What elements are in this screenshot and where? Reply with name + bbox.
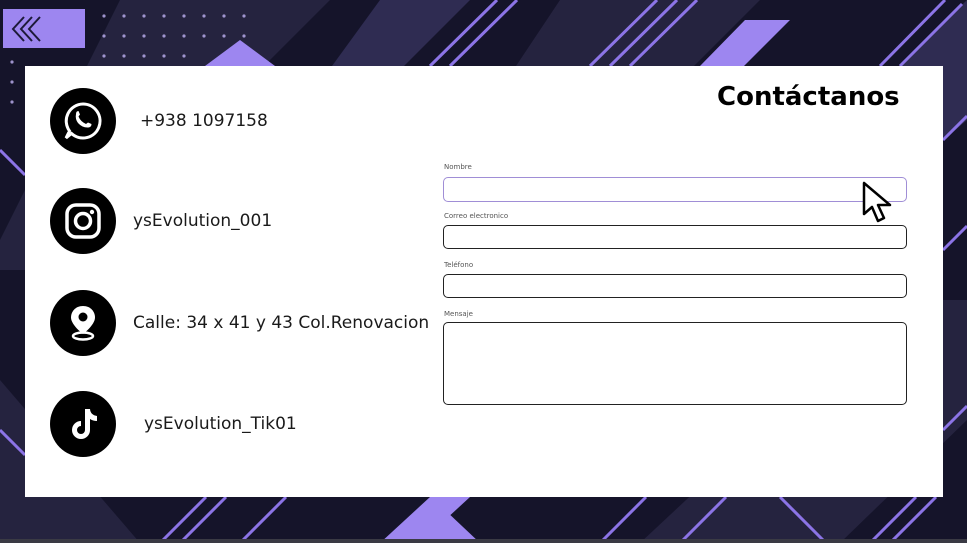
contact-card: +938 1097158 ysEvolution_001 Calle: 34 x… <box>25 66 943 497</box>
back-button[interactable] <box>3 9 85 48</box>
instagram-icon <box>50 188 116 254</box>
message-label: Mensaje <box>444 310 473 318</box>
contact-instagram[interactable]: ysEvolution_001 <box>50 188 272 254</box>
page-title: Contáctanos <box>717 82 900 112</box>
address-text: Calle: 34 x 41 y 43 Col.Renovacion <box>133 313 430 333</box>
email-label: Correo electronico <box>444 212 509 220</box>
phone-label: Teléfono <box>444 261 474 269</box>
name-field[interactable] <box>443 177 907 202</box>
bottom-edge <box>0 539 967 543</box>
contact-phone[interactable]: +938 1097158 <box>50 88 268 154</box>
message-field[interactable] <box>443 322 907 405</box>
phone-number: +938 1097158 <box>140 111 268 131</box>
contact-tiktok[interactable]: ysEvolution_Tik01 <box>50 391 297 457</box>
contact-address[interactable]: Calle: 34 x 41 y 43 Col.Renovacion <box>50 290 429 356</box>
double-chevron-left-icon <box>11 16 41 42</box>
email-field[interactable] <box>443 225 907 249</box>
name-label: Nombre <box>444 163 472 171</box>
instagram-handle: ysEvolution_001 <box>133 211 273 231</box>
tiktok-handle: ysEvolution_Tik01 <box>144 414 297 434</box>
location-pin-icon <box>50 290 116 356</box>
mouse-cursor-icon <box>862 181 892 223</box>
whatsapp-icon <box>50 88 116 154</box>
phone-field[interactable] <box>443 274 907 298</box>
tiktok-icon <box>50 391 116 457</box>
